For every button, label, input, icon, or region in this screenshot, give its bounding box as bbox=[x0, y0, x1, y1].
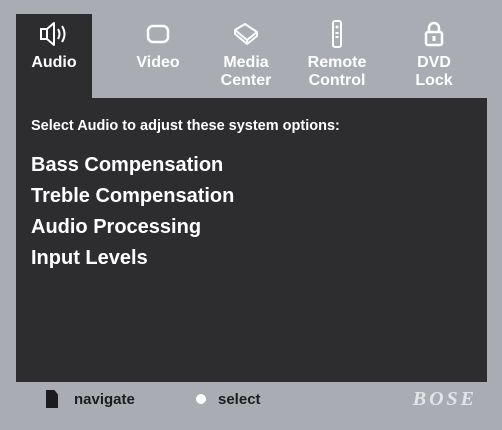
tab-label-line2: Lock bbox=[415, 72, 453, 89]
option-input-levels[interactable]: Input Levels bbox=[31, 243, 234, 274]
option-bass-compensation[interactable]: Bass Compensation bbox=[31, 150, 234, 181]
tv-icon bbox=[145, 20, 171, 48]
tab-remote-control[interactable]: Remote Control bbox=[292, 14, 382, 98]
tab-audio[interactable]: Audio bbox=[16, 14, 92, 98]
menu-screen: Audio Video Media Center Remote Control … bbox=[16, 14, 487, 416]
navigate-hint: navigate bbox=[46, 382, 135, 416]
navigate-label: navigate bbox=[74, 390, 135, 408]
tab-label-line1: DVD bbox=[417, 54, 451, 71]
audio-panel: Select Audio to adjust these system opti… bbox=[16, 98, 487, 376]
media-center-icon bbox=[231, 20, 261, 48]
instruction-text: Select Audio to adjust these system opti… bbox=[31, 118, 340, 134]
footer-bar: navigate select BOSE bbox=[16, 382, 487, 416]
bose-logo: BOSE bbox=[412, 388, 477, 410]
remote-icon bbox=[330, 20, 344, 48]
select-dot-icon bbox=[196, 394, 206, 404]
tab-label-line1: Media bbox=[223, 54, 269, 71]
tab-label-line2: Control bbox=[308, 72, 366, 89]
tab-label-line1: Remote bbox=[307, 54, 367, 71]
tab-label: Video bbox=[136, 54, 180, 71]
lock-icon bbox=[424, 20, 444, 48]
navigate-pad-icon bbox=[46, 390, 58, 408]
tab-label: Audio bbox=[31, 54, 77, 71]
tab-bar: Audio Video Media Center Remote Control … bbox=[16, 14, 487, 98]
tab-video[interactable]: Video bbox=[110, 14, 206, 98]
select-label: select bbox=[218, 390, 261, 408]
speaker-icon bbox=[39, 20, 69, 48]
options-list: Bass Compensation Treble Compensation Au… bbox=[31, 150, 234, 274]
option-audio-processing[interactable]: Audio Processing bbox=[31, 212, 234, 243]
option-treble-compensation[interactable]: Treble Compensation bbox=[31, 181, 234, 212]
tab-label-line2: Center bbox=[220, 72, 272, 89]
select-hint: select bbox=[196, 382, 261, 416]
tab-dvd-lock[interactable]: DVD Lock bbox=[388, 14, 480, 98]
tab-media-center[interactable]: Media Center bbox=[208, 14, 284, 98]
